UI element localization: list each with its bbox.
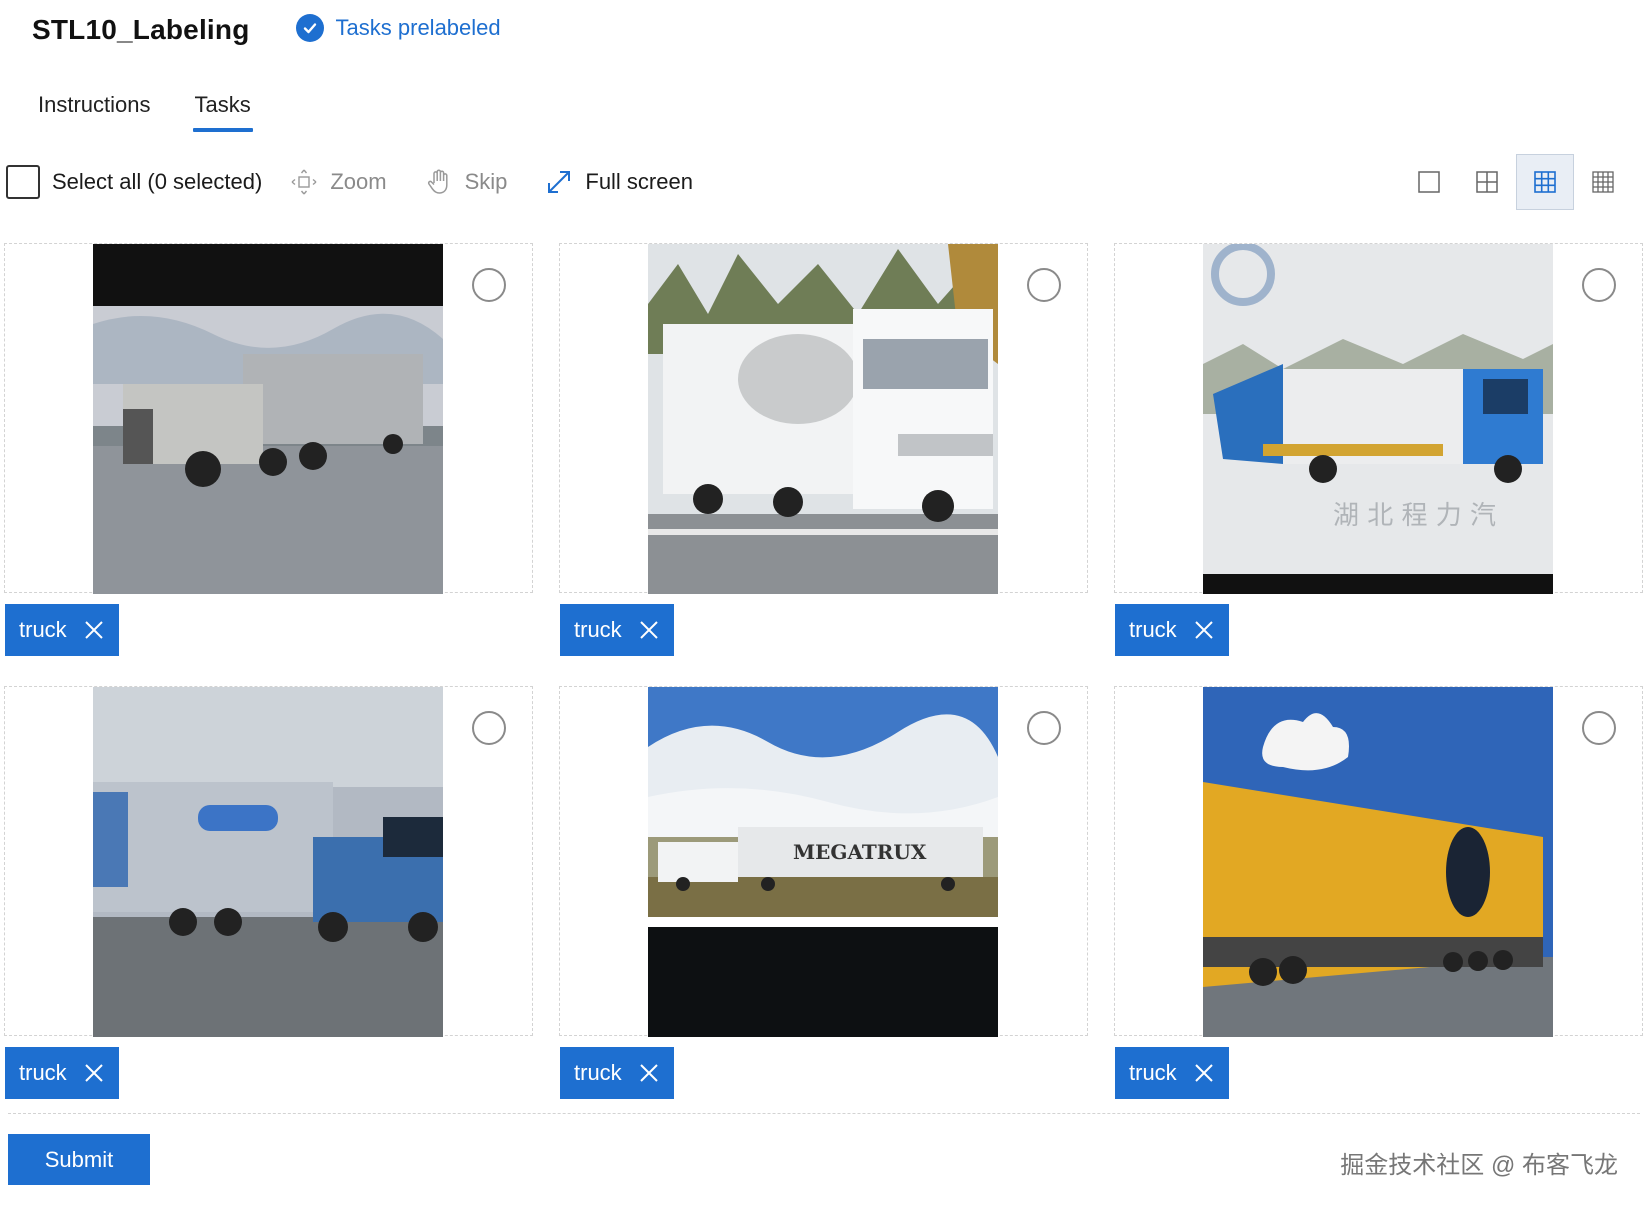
tab-instructions[interactable]: Instructions [38, 86, 151, 132]
svg-text:湖 北 程 力 汽: 湖 北 程 力 汽 [1333, 501, 1496, 531]
truck-image[interactable] [648, 244, 998, 594]
project-title: STL10_Labeling [32, 14, 250, 45]
image-frame [4, 686, 533, 1037]
grid-3x3-icon[interactable] [1516, 154, 1574, 210]
select-all-control[interactable]: Select all (0 selected) [6, 165, 262, 199]
submit-button[interactable]: Submit [8, 1134, 150, 1185]
prelabel-status: Tasks prelabeled [295, 14, 501, 42]
expand-icon [545, 168, 573, 196]
image-frame [1114, 686, 1643, 1037]
label-tag: truck [560, 1047, 674, 1099]
select-all-label: Select all (0 selected) [52, 169, 263, 194]
label-tag: truck [5, 604, 119, 656]
view-mode-switch [1400, 154, 1632, 210]
image-card[interactable]: truck [559, 243, 1088, 656]
tag-label: truck [1129, 1060, 1177, 1085]
tag-label: truck [19, 617, 67, 642]
skip-button[interactable]: Skip [425, 168, 508, 196]
zoom-move-icon [290, 168, 318, 196]
grid-4x4-icon[interactable] [1574, 154, 1632, 210]
tag-label: truck [574, 1060, 622, 1085]
select-radio[interactable] [472, 711, 506, 745]
footer-divider [8, 1113, 1640, 1114]
select-radio[interactable] [1027, 711, 1061, 745]
zoom-button[interactable]: Zoom [290, 168, 387, 196]
truck-image[interactable] [93, 687, 443, 1037]
grid-2x2-icon[interactable] [1458, 154, 1516, 210]
page-header: STL10_Labeling Tasks prelabeled [32, 6, 501, 54]
image-frame [559, 243, 1088, 594]
close-icon[interactable] [83, 1062, 105, 1084]
tag-label: truck [1129, 617, 1177, 642]
fullscreen-button[interactable]: Full screen [545, 168, 693, 196]
truck-image[interactable]: 湖 北 程 力 汽 [1203, 244, 1553, 594]
check-circle-icon [295, 14, 324, 42]
single-view-icon[interactable] [1400, 154, 1458, 210]
tag-label: truck [19, 1060, 67, 1085]
image-card[interactable]: truck [1114, 686, 1643, 1099]
hand-icon [425, 168, 453, 196]
image-card[interactable]: truck [4, 243, 533, 656]
close-icon[interactable] [1193, 1062, 1215, 1084]
select-radio[interactable] [1027, 268, 1061, 302]
tab-tasks[interactable]: Tasks [192, 86, 254, 132]
truck-image[interactable] [1203, 687, 1553, 1037]
toolbar: Select all (0 selected) Zoom Skip Full s… [6, 154, 1640, 210]
label-tag: truck [1115, 604, 1229, 656]
image-card[interactable]: 湖 北 程 力 汽 truck [1114, 243, 1643, 656]
image-frame [4, 243, 533, 594]
select-radio[interactable] [1582, 268, 1616, 302]
close-icon[interactable] [1193, 619, 1215, 641]
status-text: Tasks prelabeled [335, 15, 501, 40]
select-radio[interactable] [1582, 711, 1616, 745]
image-frame: 湖 北 程 力 汽 [1114, 243, 1643, 594]
truck-image[interactable]: MEGATRUX [648, 687, 998, 1037]
close-icon[interactable] [638, 619, 660, 641]
image-card[interactable]: truck [4, 686, 533, 1099]
select-radio[interactable] [472, 268, 506, 302]
close-icon[interactable] [638, 1062, 660, 1084]
select-all-checkbox[interactable] [6, 165, 40, 199]
image-frame: MEGATRUX [559, 686, 1088, 1037]
fullscreen-label: Full screen [585, 169, 693, 194]
svg-text:MEGATRUX: MEGATRUX [793, 840, 927, 864]
skip-label: Skip [464, 169, 508, 194]
zoom-label: Zoom [330, 169, 387, 194]
close-icon[interactable] [83, 619, 105, 641]
tag-label: truck [574, 617, 622, 642]
label-tag: truck [1115, 1047, 1229, 1099]
image-card[interactable]: MEGATRUX truck [559, 686, 1088, 1099]
label-tag: truck [5, 1047, 119, 1099]
watermark: 掘金技术社区 @ 布客飞龙 [1340, 1152, 1618, 1179]
tab-bar: Instructions Tasks [38, 86, 295, 132]
truck-image[interactable] [93, 244, 443, 594]
label-tag: truck [560, 604, 674, 656]
